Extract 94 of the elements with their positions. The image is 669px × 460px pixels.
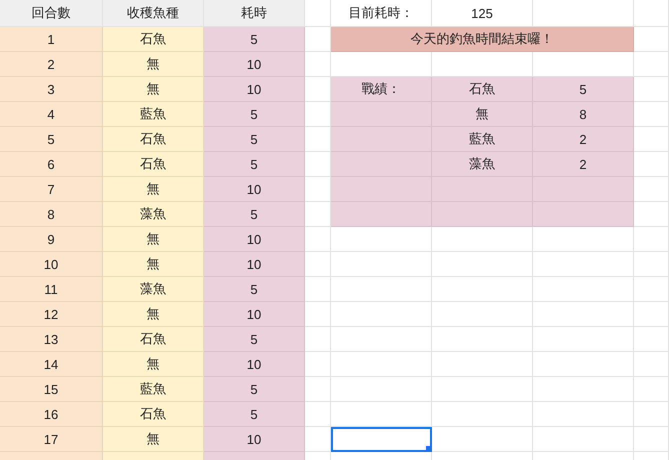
table-cell: 6 bbox=[0, 152, 103, 177]
table-cell: 10 bbox=[0, 252, 103, 277]
column-header: 回合數 bbox=[0, 0, 103, 27]
table-cell: 無 bbox=[432, 102, 533, 127]
table-cell bbox=[634, 427, 669, 452]
column-header: 收穫魚種 bbox=[103, 0, 204, 27]
table-cell: 石魚 bbox=[103, 327, 204, 352]
table-cell: 5 bbox=[204, 102, 305, 127]
table-cell bbox=[305, 227, 331, 252]
table-cell: 5 bbox=[204, 202, 305, 227]
table-cell bbox=[634, 152, 669, 177]
table-cell: 無 bbox=[103, 177, 204, 202]
table-cell bbox=[305, 427, 331, 452]
table-cell bbox=[305, 377, 331, 402]
table-cell: 5 bbox=[204, 327, 305, 352]
table-cell bbox=[634, 102, 669, 127]
table-cell[interactable] bbox=[331, 427, 432, 452]
table-cell bbox=[634, 177, 669, 202]
table-cell: 無 bbox=[103, 77, 204, 102]
column-header: 耗時 bbox=[204, 0, 305, 27]
table-cell bbox=[634, 302, 669, 327]
table-cell: 5 bbox=[204, 402, 305, 427]
table-cell: 戰績： bbox=[331, 77, 432, 102]
table-cell: 13 bbox=[0, 327, 103, 352]
table-cell bbox=[634, 127, 669, 152]
table-cell: 石魚 bbox=[103, 27, 204, 52]
table-cell bbox=[634, 377, 669, 402]
table-cell: 藍魚 bbox=[103, 102, 204, 127]
table-cell bbox=[634, 402, 669, 427]
table-cell bbox=[305, 52, 331, 77]
table-cell: 5 bbox=[204, 152, 305, 177]
table-cell: 5 bbox=[204, 277, 305, 302]
table-cell: 5 bbox=[204, 127, 305, 152]
table-cell: 石魚 bbox=[103, 127, 204, 152]
table-cell: 4 bbox=[0, 102, 103, 127]
table-cell: 9 bbox=[0, 227, 103, 252]
table-cell: 11 bbox=[0, 277, 103, 302]
table-cell: 10 bbox=[204, 177, 305, 202]
table-cell: 藍魚 bbox=[103, 377, 204, 402]
table-cell: 石魚 bbox=[432, 77, 533, 102]
table-cell: 5 bbox=[533, 77, 634, 102]
table-cell: 石魚 bbox=[103, 152, 204, 177]
table-cell bbox=[634, 352, 669, 377]
table-cell: 12 bbox=[0, 302, 103, 327]
table-cell: 10 bbox=[204, 352, 305, 377]
table-cell bbox=[634, 77, 669, 102]
table-cell bbox=[634, 0, 669, 27]
table-cell: 1 bbox=[0, 27, 103, 52]
table-cell bbox=[305, 402, 331, 427]
table-cell bbox=[305, 277, 331, 302]
table-cell: 2 bbox=[533, 127, 634, 152]
table-cell bbox=[305, 352, 331, 377]
table-cell: 藻魚 bbox=[103, 202, 204, 227]
table-cell: 14 bbox=[0, 352, 103, 377]
table-cell: 石魚 bbox=[103, 402, 204, 427]
table-cell: 無 bbox=[103, 302, 204, 327]
table-cell bbox=[634, 27, 669, 52]
banner-cell: 今天的釣魚時間結束囉！ bbox=[331, 27, 634, 52]
table-cell: 藍魚 bbox=[432, 127, 533, 152]
table-cell: 3 bbox=[0, 77, 103, 102]
table-cell: 15 bbox=[0, 377, 103, 402]
table-cell: 無 bbox=[103, 427, 204, 452]
table-cell: 10 bbox=[204, 52, 305, 77]
table-cell: 8 bbox=[0, 202, 103, 227]
table-cell bbox=[305, 0, 331, 27]
table-cell: 藻魚 bbox=[103, 277, 204, 302]
table-cell: 7 bbox=[0, 177, 103, 202]
table-cell bbox=[634, 52, 669, 77]
table-cell bbox=[305, 252, 331, 277]
table-cell bbox=[305, 302, 331, 327]
table-cell: 8 bbox=[533, 102, 634, 127]
table-cell: 2 bbox=[533, 152, 634, 177]
table-cell: 5 bbox=[0, 127, 103, 152]
table-cell: 10 bbox=[204, 252, 305, 277]
table-cell: 16 bbox=[0, 402, 103, 427]
table-cell: 2 bbox=[0, 52, 103, 77]
table-cell: 10 bbox=[204, 302, 305, 327]
table-cell: 無 bbox=[103, 252, 204, 277]
table-cell: 無 bbox=[103, 227, 204, 252]
table-cell: 無 bbox=[103, 352, 204, 377]
table-cell bbox=[634, 202, 669, 227]
table-cell bbox=[634, 227, 669, 252]
table-cell: 17 bbox=[0, 427, 103, 452]
table-cell: 10 bbox=[204, 427, 305, 452]
table-cell: 5 bbox=[204, 377, 305, 402]
table-cell: 10 bbox=[204, 227, 305, 252]
table-cell bbox=[634, 327, 669, 352]
table-cell: 5 bbox=[204, 27, 305, 52]
table-cell: 10 bbox=[204, 77, 305, 102]
table-cell bbox=[305, 327, 331, 352]
table-cell bbox=[634, 252, 669, 277]
table-cell: 無 bbox=[103, 52, 204, 77]
table-cell: 藻魚 bbox=[432, 152, 533, 177]
table-cell bbox=[634, 277, 669, 302]
